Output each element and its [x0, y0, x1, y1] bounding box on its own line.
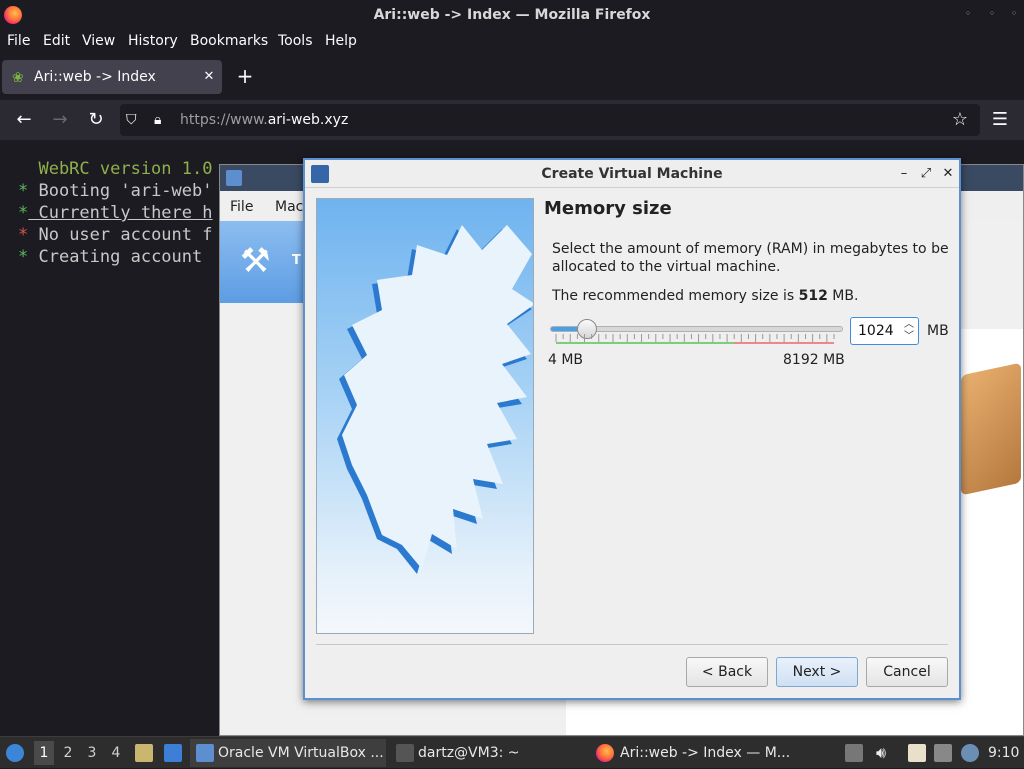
menu-edit[interactable]: Edit	[43, 30, 70, 54]
hamburger-menu-icon[interactable]: ☰	[988, 108, 1012, 132]
site-favicon-icon: ❀	[12, 70, 24, 86]
workspace-4[interactable]: 4	[106, 741, 126, 765]
menu-file[interactable]: File	[7, 30, 30, 54]
memory-unit-label: MB	[927, 323, 949, 339]
terminal-line: * Currently there h	[18, 203, 213, 223]
workspace-3[interactable]: 3	[82, 741, 102, 765]
vbm-tools-item[interactable]: ⚒ T	[220, 221, 310, 303]
menu-bar: File Edit View History Bookmarks Tools H…	[0, 30, 1024, 54]
memory-slider-ticks	[555, 334, 835, 344]
dialog-title: Create Virtual Machine	[541, 166, 723, 182]
toolbox-illustration	[961, 362, 1021, 496]
menu-help[interactable]: Help	[325, 30, 357, 54]
new-tab-icon[interactable]: +	[234, 64, 256, 90]
clock: 9:10	[988, 745, 1020, 761]
updates-icon[interactable]	[845, 744, 863, 762]
memory-value: 1024	[858, 323, 894, 339]
next-button[interactable]: Next >	[776, 657, 858, 687]
maximize-icon[interactable]: ◦	[984, 6, 1000, 22]
app-menu-icon[interactable]	[6, 744, 24, 762]
task-firefox-label: Ari::web -> Index — M...	[620, 745, 791, 761]
minimize-icon[interactable]: –	[895, 165, 913, 183]
menu-tools[interactable]: Tools	[278, 30, 313, 54]
page-description: Select the amount of memory (RAM) in meg…	[552, 241, 949, 275]
page-heading: Memory size	[544, 198, 672, 219]
recommended-memory-text: The recommended memory size is 512 MB.	[552, 288, 859, 304]
dialog-titlebar: Create Virtual Machine – ⤢ ✕	[305, 160, 959, 188]
task-virtualbox-label: Oracle VM VirtualBox ...	[218, 745, 384, 761]
close-icon[interactable]: ◦	[1006, 6, 1022, 22]
lock-icon[interactable]: 🔒︎	[154, 111, 172, 129]
window-titlebar: Ari::web -> Index — Mozilla Firefox	[0, 0, 1024, 30]
divider	[316, 644, 948, 645]
firefox-icon	[596, 744, 614, 762]
tab-bar: ❀ Ari::web -> Index ✕	[0, 56, 1024, 98]
minimize-icon[interactable]: ◦	[960, 6, 976, 22]
spin-down-icon[interactable]: ﹀	[902, 331, 916, 343]
window-title: Ari::web -> Index — Mozilla Firefox	[373, 7, 651, 23]
task-terminal-label: dartz@VM3: ~	[418, 745, 520, 761]
vbm-tools-label: T	[292, 253, 301, 268]
menu-bookmarks[interactable]: Bookmarks	[190, 30, 268, 54]
firefox-logo-icon	[4, 6, 22, 24]
starburst-illustration	[337, 225, 533, 574]
forward-icon[interactable]: →	[48, 108, 72, 132]
url-text: https://www.ari-web.xyz	[180, 112, 349, 128]
url-bar[interactable]: ⛉ 🔒︎ https://www.ari-web.xyz	[120, 104, 980, 136]
create-vm-dialog: Create Virtual Machine – ⤢ ✕ Memory size…	[303, 158, 961, 700]
navigation-bar: ← → ↻ ⛉ 🔒︎ https://www.ari-web.xyz ☆ ☰	[0, 100, 1024, 140]
memory-spinbox[interactable]: 1024 ︿ ﹀	[850, 317, 919, 345]
desktop-icon[interactable]	[164, 744, 182, 762]
wizard-illustration	[316, 198, 534, 634]
tab-active[interactable]: ❀ Ari::web -> Index ✕	[2, 60, 222, 94]
volume-icon[interactable]: 🔊︎	[872, 744, 890, 762]
maximize-icon[interactable]: ⤢	[917, 165, 935, 183]
bookmark-star-icon[interactable]: ☆	[948, 108, 972, 132]
vbm-menu-file[interactable]: File	[230, 199, 253, 215]
virtualbox-icon	[196, 744, 214, 762]
menu-view[interactable]: View	[82, 30, 115, 54]
tab-title: Ari::web -> Index	[34, 69, 156, 85]
terminal-line: * Creating account	[18, 247, 203, 267]
back-button[interactable]: < Back	[686, 657, 768, 687]
close-icon[interactable]: ✕	[939, 165, 957, 183]
file-manager-icon[interactable]	[135, 744, 153, 762]
notification-icon[interactable]	[961, 744, 979, 762]
menu-history[interactable]: History	[128, 30, 178, 54]
task-firefox[interactable]: Ari::web -> Index — M...	[592, 739, 792, 767]
spin-up-icon[interactable]: ︿	[902, 319, 916, 331]
vbm-menu-machine[interactable]: Mac	[275, 199, 303, 215]
tab-close-icon[interactable]: ✕	[200, 68, 218, 86]
back-icon[interactable]: ←	[12, 108, 36, 132]
slider-min-label: 4 MB	[548, 352, 584, 368]
taskbar: 1 2 3 4 Oracle VM VirtualBox ... dartz@V…	[0, 736, 1024, 768]
clipboard-icon[interactable]	[908, 744, 926, 762]
virtualbox-icon	[226, 170, 242, 186]
slider-max-label: 8192 MB	[783, 352, 845, 368]
tools-icon: ⚒	[240, 241, 271, 281]
workspace-2[interactable]: 2	[58, 741, 78, 765]
terminal-line: * Booting 'ari-web'	[18, 181, 213, 201]
task-terminal[interactable]: dartz@VM3: ~	[392, 739, 582, 767]
workspace-1[interactable]: 1	[34, 741, 54, 765]
task-virtualbox[interactable]: Oracle VM VirtualBox ...	[190, 739, 386, 767]
cancel-button[interactable]: Cancel	[866, 657, 948, 687]
terminal-line: WebRC version 1.0	[18, 159, 213, 179]
terminal-icon	[396, 744, 414, 762]
shield-icon[interactable]: ⛉	[126, 111, 144, 129]
terminal-line: * No user account f	[18, 225, 213, 245]
network-icon[interactable]	[934, 744, 952, 762]
reload-icon[interactable]: ↻	[84, 108, 108, 132]
